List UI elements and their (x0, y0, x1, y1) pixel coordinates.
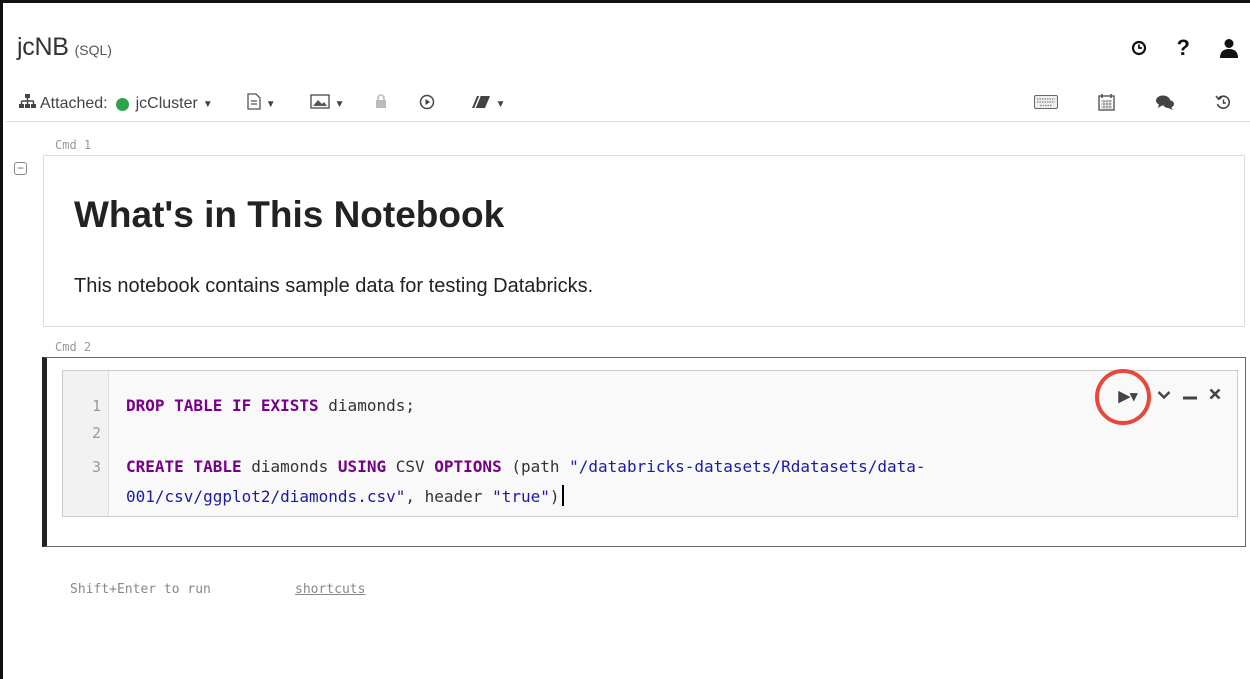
delete-icon[interactable] (1209, 387, 1221, 405)
keyboard-icon[interactable] (1034, 95, 1058, 114)
markdown-text: This notebook contains sample data for t… (74, 275, 594, 297)
sql-keyword: OPTIONS (434, 457, 502, 476)
cell-actions: ▶▾ (1095, 369, 1221, 425)
sql-text: diamonds (241, 457, 338, 476)
clear-menu-button[interactable]: ▼ (471, 95, 506, 114)
highlight-circle (1095, 369, 1151, 425)
revision-history-icon[interactable] (1215, 94, 1232, 116)
code-cell[interactable]: 1 2 3 DROP TABLE IF EXISTS diamonds; CRE… (42, 357, 1246, 547)
help-icon[interactable]: ? (1177, 35, 1190, 61)
sql-keyword: USING (337, 457, 387, 476)
user-icon[interactable] (1220, 38, 1238, 58)
cluster-icon (19, 94, 36, 114)
sql-text: CSV (386, 457, 435, 476)
sql-text: diamonds; (318, 396, 415, 415)
notebook-title[interactable]: jcNB (17, 33, 69, 62)
sql-keyword: DROP TABLE IF EXISTS (126, 396, 319, 415)
clear-icon (471, 95, 491, 114)
code-editor[interactable]: 1 2 3 DROP TABLE IF EXISTS diamonds; CRE… (62, 369, 1238, 517)
top-icons: ? (1131, 35, 1238, 61)
chevron-down-icon: ▼ (495, 98, 506, 110)
attached-label: Attached: (40, 95, 108, 112)
run-all-button[interactable] (419, 94, 435, 115)
right-toolbar (1034, 93, 1232, 116)
sql-text: (path (501, 457, 570, 476)
minimize-icon[interactable] (1183, 387, 1197, 405)
cluster-status-dot (115, 97, 129, 111)
sql-string: 001/csv/ggplot2/diamonds.csv" (126, 487, 406, 506)
markdown-heading: What's in This Notebook (74, 194, 505, 235)
line-number: 2 (91, 424, 101, 442)
notebook-window: jcNB (SQL) ? Attached: jcCluster ▼ ▼ ▼ ▼… (0, 0, 1250, 679)
file-icon (247, 93, 261, 115)
shortcuts-link[interactable]: shortcuts (295, 582, 365, 597)
sql-string: "true" (492, 487, 550, 506)
cluster-selector[interactable]: Attached: jcCluster ▼ (19, 94, 213, 114)
code-line: 001/csv/ggplot2/diamonds.csv", header "t… (126, 485, 564, 506)
notebook-title-row: jcNB (SQL) (17, 33, 112, 62)
lock-icon (375, 94, 387, 114)
image-icon (309, 94, 330, 114)
run-hint: Shift+Enter to run (70, 582, 211, 597)
sql-string: "/databricks-datasets/Rdatasets/data- (569, 457, 926, 476)
run-cell-button[interactable]: ▶▾ (1095, 369, 1151, 425)
code-line: DROP TABLE IF EXISTS diamonds; (126, 396, 415, 415)
cluster-name: jcCluster (135, 95, 198, 112)
chevron-down-icon: ▼ (202, 98, 213, 110)
file-menu-button[interactable]: ▼ (247, 93, 276, 115)
cmd-label: Cmd 2 (55, 340, 92, 354)
expand-icon[interactable] (1157, 387, 1171, 405)
markdown-cell[interactable]: What's in This Notebook This notebook co… (43, 155, 1245, 327)
notebook-language[interactable]: (SQL) (75, 42, 112, 58)
header-divider (6, 121, 1250, 122)
sql-text: , header (405, 487, 493, 506)
view-menu-button[interactable]: ▼ (309, 94, 345, 114)
collapse-cell-button[interactable]: − (14, 162, 27, 175)
permissions-button[interactable] (375, 94, 387, 114)
schedule-icon[interactable] (1098, 93, 1115, 116)
sql-keyword: CREATE TABLE (126, 457, 242, 476)
chevron-down-icon: ▼ (265, 98, 276, 110)
notebook-toolbar: Attached: jcCluster ▼ ▼ ▼ ▼ (19, 93, 527, 115)
line-number: 1 (91, 397, 101, 415)
code-text-area[interactable]: DROP TABLE IF EXISTS diamonds; CREATE TA… (109, 371, 1237, 516)
line-number: 3 (91, 458, 101, 476)
line-gutter: 1 2 3 (63, 371, 109, 516)
run-all-icon (419, 94, 435, 115)
cmd-label: Cmd 1 (55, 138, 92, 152)
code-line: CREATE TABLE diamonds USING CSV OPTIONS … (126, 457, 926, 476)
sql-text: ) (549, 487, 560, 506)
text-cursor (561, 485, 564, 506)
comments-icon[interactable] (1155, 94, 1175, 115)
chevron-down-icon: ▼ (334, 98, 345, 110)
clock-icon[interactable] (1131, 40, 1147, 56)
